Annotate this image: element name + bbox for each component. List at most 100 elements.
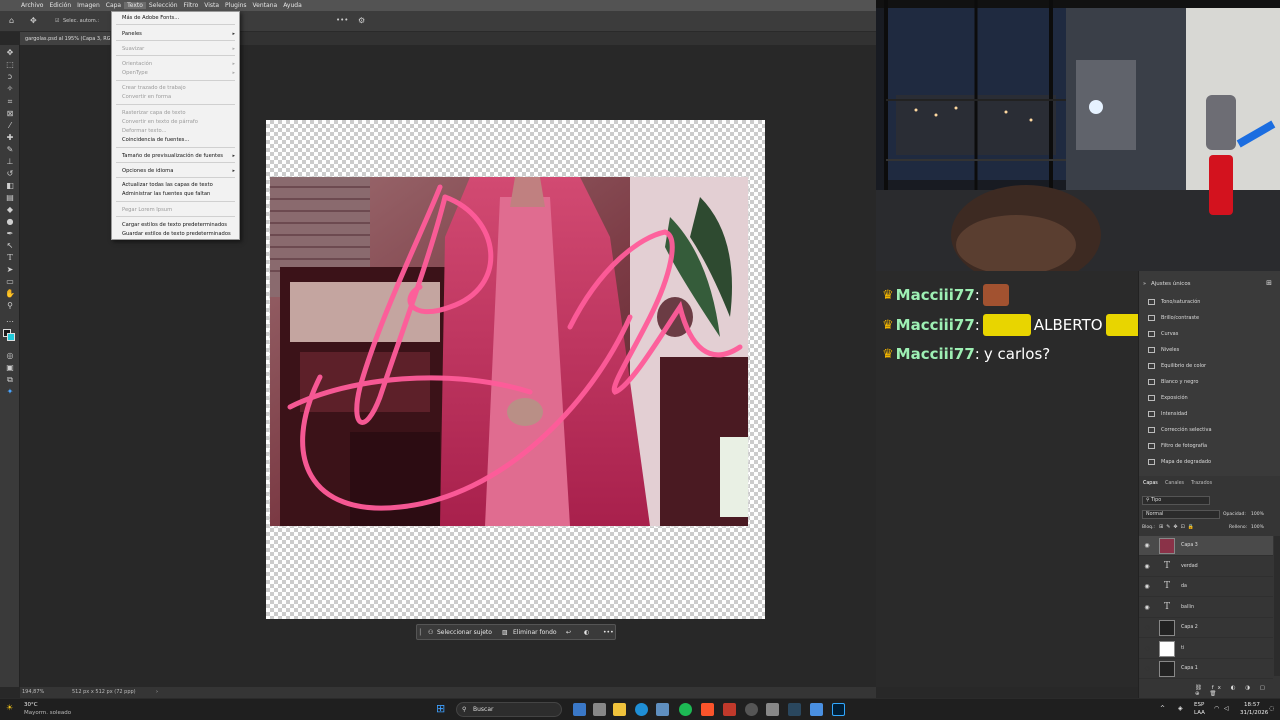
menu-item-opciones-idioma[interactable]: Opciones de idioma	[122, 168, 173, 174]
chat-username[interactable]: Macciii77	[896, 286, 975, 304]
app-icon[interactable]	[593, 703, 606, 716]
clock-time[interactable]: 18:57	[1244, 702, 1260, 708]
layer-name[interactable]: ballin	[1181, 605, 1194, 610]
edge-icon[interactable]	[635, 703, 648, 716]
lock-icons[interactable]: ⊞✎✥⊡🔒	[1159, 524, 1197, 530]
quick-mask-icon[interactable]: ◎	[5, 351, 15, 360]
menu-archivo[interactable]: Archivo	[18, 2, 46, 9]
menu-item-coincidencia-fuentes[interactable]: Coincidencia de fuentes...	[122, 137, 189, 143]
menu-item-orientacion[interactable]: Orientación	[122, 61, 152, 67]
eyedropper-icon[interactable]: ⁄	[5, 121, 15, 130]
document-size[interactable]: 512 px x 512 px (72 ppp)	[72, 689, 136, 695]
layers-scrollbar[interactable]	[1274, 536, 1280, 676]
select-subject-button[interactable]: Seleccionar sujeto	[437, 629, 492, 636]
layer-name[interactable]: Capa 2	[1181, 625, 1198, 630]
auto-select-checkbox[interactable]: ☑	[55, 18, 59, 24]
adj-exposicion[interactable]: Exposición	[1148, 392, 1188, 404]
menu-item-rasterizar[interactable]: Rasterizar capa de texto	[122, 110, 186, 116]
photoshop-taskbar-icon[interactable]	[832, 703, 845, 716]
eye-icon[interactable]: ◉	[1142, 583, 1152, 590]
taskbar-search[interactable]: ⚲ Buscar	[456, 702, 562, 717]
eraser-icon[interactable]: ◧	[5, 181, 15, 190]
clock-date[interactable]: 31/1/2026	[1240, 710, 1268, 716]
layer-name[interactable]: Capa 3	[1181, 543, 1198, 548]
adj-niveles[interactable]: Niveles	[1148, 344, 1179, 356]
move-tool-icon[interactable]: ✥	[30, 16, 37, 25]
menu-item-opentype[interactable]: OpenType	[122, 70, 148, 76]
menu-item-cargar-estilos[interactable]: Cargar estilos de texto predeterminados	[122, 222, 227, 228]
menu-edicion[interactable]: Edición	[46, 2, 74, 9]
fill-value[interactable]: 100%	[1251, 525, 1264, 530]
blend-mode-select[interactable]: Normal	[1142, 510, 1220, 519]
more-options-icon[interactable]: •••	[603, 629, 614, 636]
tray-app-icon[interactable]: ◈	[1178, 705, 1183, 712]
layer-row[interactable]: ◉ Capa 3	[1139, 536, 1273, 556]
remove-background-button[interactable]: Eliminar fondo	[513, 629, 557, 636]
spotify-icon[interactable]	[679, 703, 692, 716]
screen-mode-icon[interactable]: ▣	[5, 363, 15, 372]
layer-row[interactable]: ◉ Capa 1	[1139, 659, 1273, 679]
layer-row[interactable]: ◉ ti	[1139, 639, 1273, 659]
task-view-icon[interactable]	[573, 703, 586, 716]
menu-item-administrar-fuentes[interactable]: Administrar las fuentes que faltan	[122, 191, 210, 197]
gradient-tool-icon[interactable]: ▤	[5, 193, 15, 202]
language-label[interactable]: ESP	[1194, 702, 1204, 708]
notification-icon[interactable]: ◌	[1269, 705, 1274, 712]
menu-item-guardar-estilos[interactable]: Guardar estilos de texto predeterminados	[122, 231, 231, 237]
drag-handle-icon[interactable]: ▏	[420, 629, 425, 636]
adj-mapa-degradado[interactable]: Mapa de degradado	[1148, 456, 1211, 468]
hand-tool-icon[interactable]: ✋	[5, 289, 15, 298]
type-tool-icon[interactable]: T	[5, 253, 15, 262]
eye-icon[interactable]: ◉	[1142, 604, 1152, 611]
adj-filtro-fotografia[interactable]: Filtro de fotografía	[1148, 440, 1207, 452]
layer-row[interactable]: ◉ Capa 2	[1139, 618, 1273, 638]
menu-texto[interactable]: Texto	[124, 2, 146, 9]
more-options-icon[interactable]: •••	[336, 16, 348, 24]
frame-tool-icon[interactable]: ⊠	[5, 109, 15, 118]
grid-view-icon[interactable]: ⊞	[1266, 279, 1272, 287]
zoom-level[interactable]: 194,87%	[22, 689, 44, 695]
steam-icon[interactable]	[788, 703, 801, 716]
tab-capas[interactable]: Capas	[1143, 481, 1158, 486]
panel-collapse-icon[interactable]: »	[1143, 281, 1146, 287]
move-tool-icon[interactable]: ✥	[5, 48, 15, 57]
layer-row[interactable]: ◉ T verdad	[1139, 557, 1273, 577]
weather-temp[interactable]: 30°C	[24, 702, 38, 708]
adj-tono-saturacion[interactable]: Tono/saturación	[1148, 296, 1200, 308]
app-icon[interactable]	[745, 703, 758, 716]
chevron-right-icon[interactable]: ›	[156, 689, 158, 695]
app-icon[interactable]	[766, 703, 779, 716]
menu-item-tamano-previsualizacion[interactable]: Tamaño de previsualización de fuentes	[122, 153, 223, 159]
select-subject-icon[interactable]: ⚇	[428, 629, 433, 636]
shape-tool-icon[interactable]: ▭	[5, 277, 15, 286]
crop-tool-icon[interactable]: ⌗	[5, 97, 15, 106]
lasso-icon[interactable]: ↩	[566, 629, 571, 636]
menu-item-paneles[interactable]: Paneles	[122, 31, 142, 37]
layer-row[interactable]: ◉ T ballin	[1139, 598, 1273, 618]
app-icon[interactable]	[810, 703, 823, 716]
menu-ventana[interactable]: Ventana	[250, 2, 281, 9]
menu-item-actualizar-capas[interactable]: Actualizar todas las capas de texto	[122, 182, 213, 188]
layer-filter-select[interactable]: ⚲ Tipo	[1142, 496, 1210, 505]
chat-username[interactable]: Macciii77	[896, 316, 975, 334]
adj-curvas[interactable]: Curvas	[1148, 328, 1178, 340]
adj-correccion-selectiva[interactable]: Corrección selectiva	[1148, 424, 1212, 436]
layer-actions-icons[interactable]: ⛓ fx ◐ ◑ ▢ ⊕ 🗑	[1195, 685, 1280, 697]
zoom-tool-icon[interactable]: ⚲	[5, 301, 15, 310]
pen-tool-icon[interactable]: ✒	[5, 229, 15, 238]
history-brush-icon[interactable]: ↺	[5, 169, 15, 178]
menu-imagen[interactable]: Imagen	[74, 2, 103, 9]
path-select-icon[interactable]: ↖	[5, 241, 15, 250]
brave-icon[interactable]	[701, 703, 714, 716]
lasso-tool-icon[interactable]: ↄ	[5, 72, 15, 81]
menu-plugins[interactable]: Plugins	[222, 2, 250, 9]
weather-desc[interactable]: Mayorm. soleado	[24, 710, 71, 716]
menu-item-convertir-parrafo[interactable]: Convertir en texto de párrafo	[122, 119, 198, 125]
chat-username[interactable]: Macciii77	[896, 345, 975, 363]
artboard-icon[interactable]: ⧉	[5, 375, 15, 384]
adjust-icon[interactable]: ◐	[584, 629, 589, 636]
eye-hidden-icon[interactable]: ◉	[1142, 645, 1152, 652]
layer-name[interactable]: verdad	[1181, 564, 1198, 569]
tab-canales[interactable]: Canales	[1165, 481, 1184, 486]
adj-blanco-negro[interactable]: Blanco y negro	[1148, 376, 1198, 388]
